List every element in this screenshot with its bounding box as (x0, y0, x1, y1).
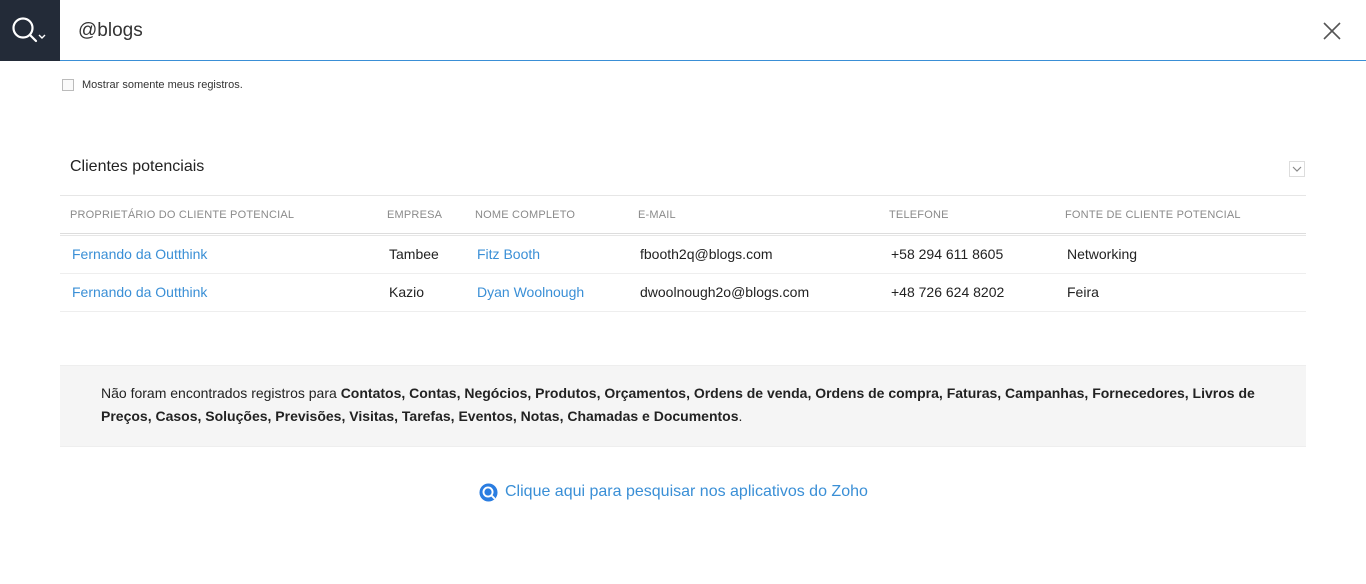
only-mine-checkbox[interactable] (62, 79, 74, 91)
zoho-apps-search-label: Clique aqui para pesquisar nos aplicativ… (505, 482, 868, 500)
search-bar (0, 0, 1366, 61)
phone-cell: +58 294 611 8605 (891, 246, 1004, 262)
no-results-panel: Não foram encontrados registros para Con… (60, 365, 1306, 447)
divider (60, 233, 1306, 234)
close-button[interactable] (1321, 20, 1343, 42)
no-results-suffix: . (738, 408, 743, 424)
company-cell: Tambee (389, 246, 439, 262)
only-mine-label: Mostrar somente meus registros. (82, 79, 243, 91)
divider (60, 273, 1306, 274)
chevron-down-icon (38, 34, 46, 39)
column-header-phone[interactable]: TELEFONE (889, 209, 949, 221)
owner-link[interactable]: Fernando da Outthink (72, 246, 207, 262)
lead-name-link[interactable]: Fitz Booth (477, 246, 540, 262)
only-mine-filter: Mostrar somente meus registros. (62, 79, 243, 91)
chevron-down-icon (1292, 166, 1302, 172)
column-header-owner[interactable]: PROPRIETÁRIO DO CLIENTE POTENCIAL (70, 209, 294, 221)
no-results-message: Não foram encontrados registros para Con… (101, 382, 1281, 428)
divider (60, 235, 1306, 236)
lead-name-link[interactable]: Dyan Woolnough (477, 284, 584, 300)
phone-cell: +48 726 624 8202 (891, 284, 1005, 300)
section-title: Clientes potenciais (70, 158, 205, 175)
column-header-company[interactable]: EMPRESA (387, 209, 442, 221)
source-cell: Networking (1067, 246, 1138, 262)
divider (60, 195, 1306, 196)
collapse-button[interactable] (1289, 161, 1305, 177)
no-results-prefix: Não foram encontrados registros para (101, 385, 341, 401)
email-cell: fbooth2q@blogs.com (640, 246, 773, 262)
column-header-name[interactable]: NOME COMPLETO (475, 209, 575, 221)
owner-link[interactable]: Fernando da Outthink (72, 284, 207, 300)
search-input[interactable] (78, 14, 1258, 48)
column-header-email[interactable]: E-MAIL (638, 209, 676, 221)
source-cell: Feira (1067, 284, 1099, 300)
close-icon (1323, 22, 1341, 40)
divider (60, 311, 1306, 312)
search-scope-button[interactable] (0, 0, 60, 61)
zoho-apps-search-link[interactable]: Clique aqui para pesquisar nos aplicativ… (479, 481, 868, 502)
company-cell: Kazio (389, 284, 425, 300)
email-cell: dwoolnough2o@blogs.com (640, 284, 810, 300)
zoho-search-icon (479, 483, 498, 502)
search-icon (12, 16, 46, 42)
column-header-source[interactable]: FONTE DE CLIENTE POTENCIAL (1065, 209, 1241, 221)
